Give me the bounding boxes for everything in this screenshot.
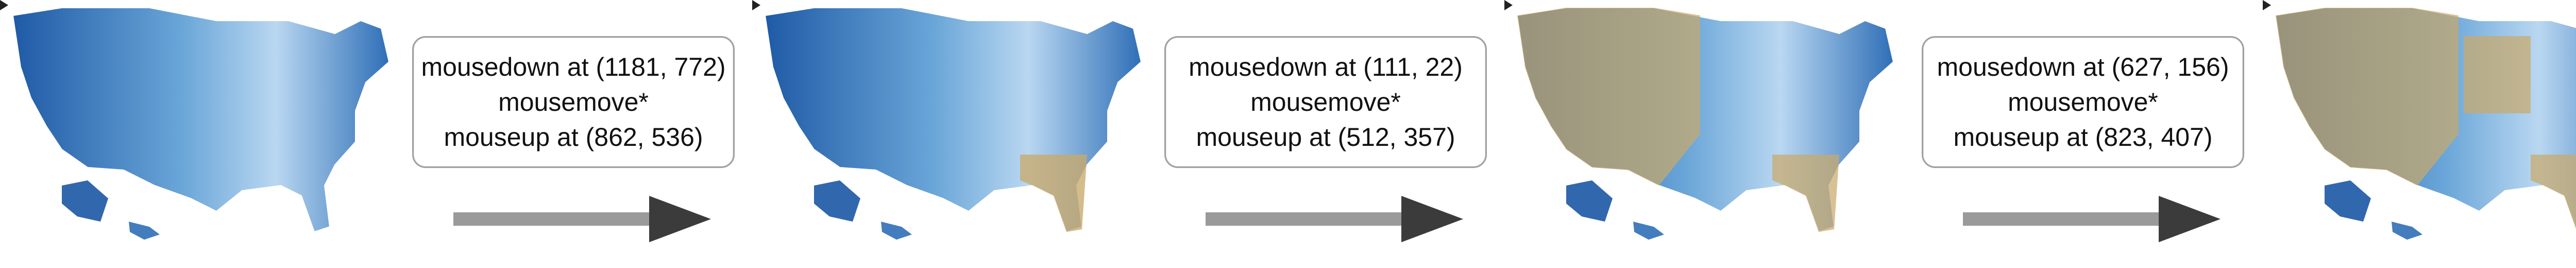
selected-region-overlay — [1020, 155, 1087, 232]
event-sequence-box: mousedown at (627, 156) mousemove* mouse… — [1922, 36, 2244, 168]
mouseup-text: mouseup at (823, 407) — [1953, 123, 2213, 152]
right-arrow-icon — [1963, 196, 2221, 242]
hawaii-shape — [1633, 222, 1664, 240]
selected-region-overlay — [2464, 36, 2531, 113]
map-panel-4[interactable] — [2263, 0, 2576, 268]
mouseup-text: mouseup at (512, 357) — [1196, 123, 1455, 152]
alaska-shape — [814, 180, 860, 222]
step-panel-2: mousedown at (111, 22) mousemove* mouseu… — [1144, 0, 1504, 268]
mousedown-text: mousedown at (111, 22) — [1189, 53, 1463, 81]
us-county-map[interactable] — [1504, 0, 1906, 268]
step-panel-3: mousedown at (627, 156) mousemove* mouse… — [1901, 0, 2262, 268]
mousemove-text: mousemove* — [1250, 88, 1401, 116]
selected-region-overlay — [2531, 155, 2576, 229]
hawaii-shape — [2392, 222, 2422, 240]
selected-region-overlay — [1772, 155, 1839, 232]
right-arrow-icon — [453, 196, 711, 242]
mouseup-text: mouseup at (862, 536) — [444, 123, 703, 152]
alaska-shape — [62, 180, 108, 222]
mousemove-text: mousemove* — [498, 88, 649, 116]
alaska-shape — [2325, 180, 2371, 222]
alaska-shape — [1566, 180, 1613, 222]
map-panel-3[interactable] — [1504, 0, 1906, 268]
us-county-map[interactable] — [752, 0, 1154, 268]
right-arrow-icon — [1206, 196, 1463, 242]
map-panel-2[interactable] — [752, 0, 1154, 268]
event-sequence-box: mousedown at (1181, 772) mousemove* mous… — [412, 36, 735, 168]
hawaii-shape — [881, 222, 912, 240]
selected-region-overlay — [1517, 8, 1700, 186]
mousedown-text: mousedown at (1181, 772) — [421, 53, 726, 81]
event-sequence-box: mousedown at (111, 22) mousemove* mouseu… — [1164, 36, 1487, 168]
hawaii-shape — [129, 222, 160, 240]
us-county-map[interactable] — [2263, 0, 2576, 268]
us-county-map[interactable] — [0, 0, 402, 268]
step-panel-1: mousedown at (1181, 772) mousemove* mous… — [392, 0, 752, 268]
mousemove-text: mousemove* — [2008, 88, 2158, 116]
selected-region-overlay — [2276, 8, 2459, 186]
map-panel-1[interactable] — [0, 0, 402, 268]
mousedown-text: mousedown at (627, 156) — [1937, 53, 2229, 81]
